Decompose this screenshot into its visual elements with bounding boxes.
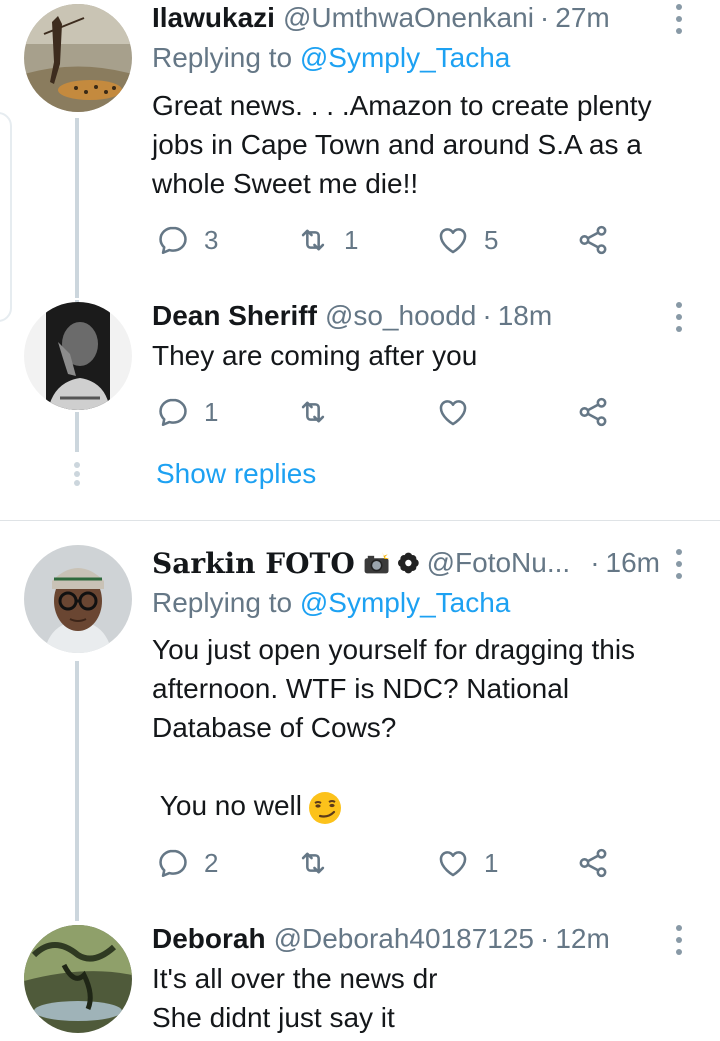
smirk-emoji-icon <box>308 791 341 824</box>
retweet-count: 1 <box>344 224 359 255</box>
tweet-text-segment: You no well <box>152 790 302 821</box>
separator: · <box>590 547 600 578</box>
timestamp[interactable]: 18m <box>498 300 552 332</box>
reply-count: 3 <box>204 224 219 255</box>
tweet-text-line: jobs in Cape Town and around S.A as a <box>152 129 642 160</box>
separator: · <box>482 300 492 331</box>
retweet-icon <box>301 401 325 423</box>
timestamp[interactable]: 27m <box>555 2 609 34</box>
reply-count: 1 <box>204 396 219 427</box>
reply-button[interactable]: 1 <box>156 392 218 432</box>
replying-label: Replying to <box>152 42 293 73</box>
tweet-text: Great news. . . .Amazon to create plenty… <box>152 86 692 203</box>
avatar[interactable] <box>24 545 132 653</box>
avatar[interactable] <box>24 4 132 112</box>
reply-button[interactable]: 3 <box>156 220 218 260</box>
more-vertical-icon[interactable] <box>674 302 684 332</box>
reply-icon <box>159 849 187 878</box>
user-handle[interactable]: @FotoNu... <box>427 547 571 579</box>
user-handle[interactable]: @UmthwaOnenkani <box>283 2 534 34</box>
display-name[interactable]: Ilawukazi <box>152 2 275 34</box>
tweet-text-line: You no well <box>152 786 692 825</box>
tweet-text-line: You just open yourself for dragging this <box>152 634 636 665</box>
more-vertical-icon[interactable] <box>674 925 684 955</box>
tweet-text-line: Great news. . . .Amazon to create plenty <box>152 90 652 121</box>
camera-flash-icon <box>364 551 390 574</box>
retweet-icon <box>301 229 325 251</box>
thread-line <box>75 118 79 298</box>
heart-icon <box>439 400 467 426</box>
like-count: 1 <box>484 847 499 878</box>
tweet-text-line: afternoon. WTF is NDC? National <box>152 673 570 704</box>
tweet-actions: 3 1 5 <box>152 220 622 260</box>
tweet-text-line: It's all over the news dr <box>152 963 438 994</box>
more-vertical-icon[interactable] <box>674 4 684 34</box>
tweet-text-line: Database of Cows? <box>152 712 397 743</box>
tweet-text: They are coming after you <box>152 336 692 375</box>
reply-button[interactable]: 2 <box>156 843 218 883</box>
thread-line <box>75 412 79 452</box>
tweet-dean-sheriff[interactable]: Dean Sheriff @so_hoodd · 18m They are co… <box>0 300 720 520</box>
tweet-header: Deborah @Deborah40187125 · 12m <box>152 921 660 957</box>
user-handle[interactable]: @so_hoodd <box>325 300 476 332</box>
thread-line <box>75 661 79 921</box>
heart-icon <box>439 228 467 254</box>
separator: · <box>540 923 550 954</box>
reply-icon <box>159 398 187 427</box>
display-name[interactable]: Sarkin FOTO <box>152 547 355 580</box>
share-button[interactable] <box>576 392 610 432</box>
tweet-ilawukazi[interactable]: Ilawukazi @UmthwaOnenkani · 27m Replying… <box>0 0 720 300</box>
separator: · <box>539 2 550 33</box>
replying-to: Replying to @Symply_Tacha <box>152 42 510 74</box>
retweet-button[interactable]: 1 <box>296 220 358 260</box>
like-button[interactable]: 5 <box>436 220 498 260</box>
avatar[interactable] <box>24 302 132 410</box>
avatar[interactable] <box>24 925 132 1033</box>
tweet-text-line: whole Sweet me die!! <box>152 168 419 199</box>
tweet-header: Ilawukazi @UmthwaOnenkani · 27m <box>152 0 660 36</box>
reply-icon <box>159 226 187 255</box>
retweet-button[interactable] <box>296 392 344 432</box>
tweet-actions: 1 <box>152 392 622 432</box>
like-button[interactable] <box>436 392 484 432</box>
reply-count: 2 <box>204 847 219 878</box>
rosette-icon <box>397 552 419 574</box>
tweet-header: Sarkin FOTO @FotoNu... · 16m <box>152 545 660 581</box>
thread-divider <box>0 520 720 521</box>
user-handle[interactable]: @Deborah40187125 <box>274 923 534 955</box>
share-icon <box>579 397 607 427</box>
display-name[interactable]: Deborah <box>152 923 266 955</box>
tweet-actions: 2 1 <box>152 843 622 883</box>
like-button[interactable]: 1 <box>436 843 498 883</box>
tweet-text: It's all over the news dr She didnt just… <box>152 959 692 1037</box>
mention-link[interactable]: @Symply_Tacha <box>300 587 511 618</box>
more-vertical-icon[interactable] <box>674 549 684 579</box>
mention-link[interactable]: @Symply_Tacha <box>300 42 511 73</box>
share-button[interactable] <box>576 220 610 260</box>
replying-to: Replying to @Symply_Tacha <box>152 587 510 619</box>
share-icon <box>579 225 607 255</box>
display-name[interactable]: Dean Sheriff <box>152 300 317 332</box>
heart-icon <box>439 851 467 877</box>
thread-gap-dots <box>74 462 80 486</box>
tweet-deborah[interactable]: Deborah @Deborah40187125 · 12m It's all … <box>0 923 720 1041</box>
retweet-button[interactable] <box>296 843 344 883</box>
share-button[interactable] <box>576 843 610 883</box>
timestamp[interactable]: 12m <box>555 923 609 955</box>
tweet-sarkin-foto[interactable]: Sarkin FOTO @FotoNu... · 16m Replying to… <box>0 545 720 923</box>
tweet-text-line: They are coming after you <box>152 340 478 371</box>
tweet-text-line: She didnt just say it <box>152 1002 395 1033</box>
retweet-icon <box>301 852 325 874</box>
share-icon <box>579 848 607 878</box>
tweet-text: You just open yourself for dragging this… <box>152 630 692 825</box>
timestamp[interactable]: 16m <box>606 547 660 579</box>
replying-label: Replying to <box>152 587 293 618</box>
like-count: 5 <box>484 224 499 255</box>
tweet-header: Dean Sheriff @so_hoodd · 18m <box>152 298 660 334</box>
show-replies-link[interactable]: Show replies <box>156 458 316 490</box>
